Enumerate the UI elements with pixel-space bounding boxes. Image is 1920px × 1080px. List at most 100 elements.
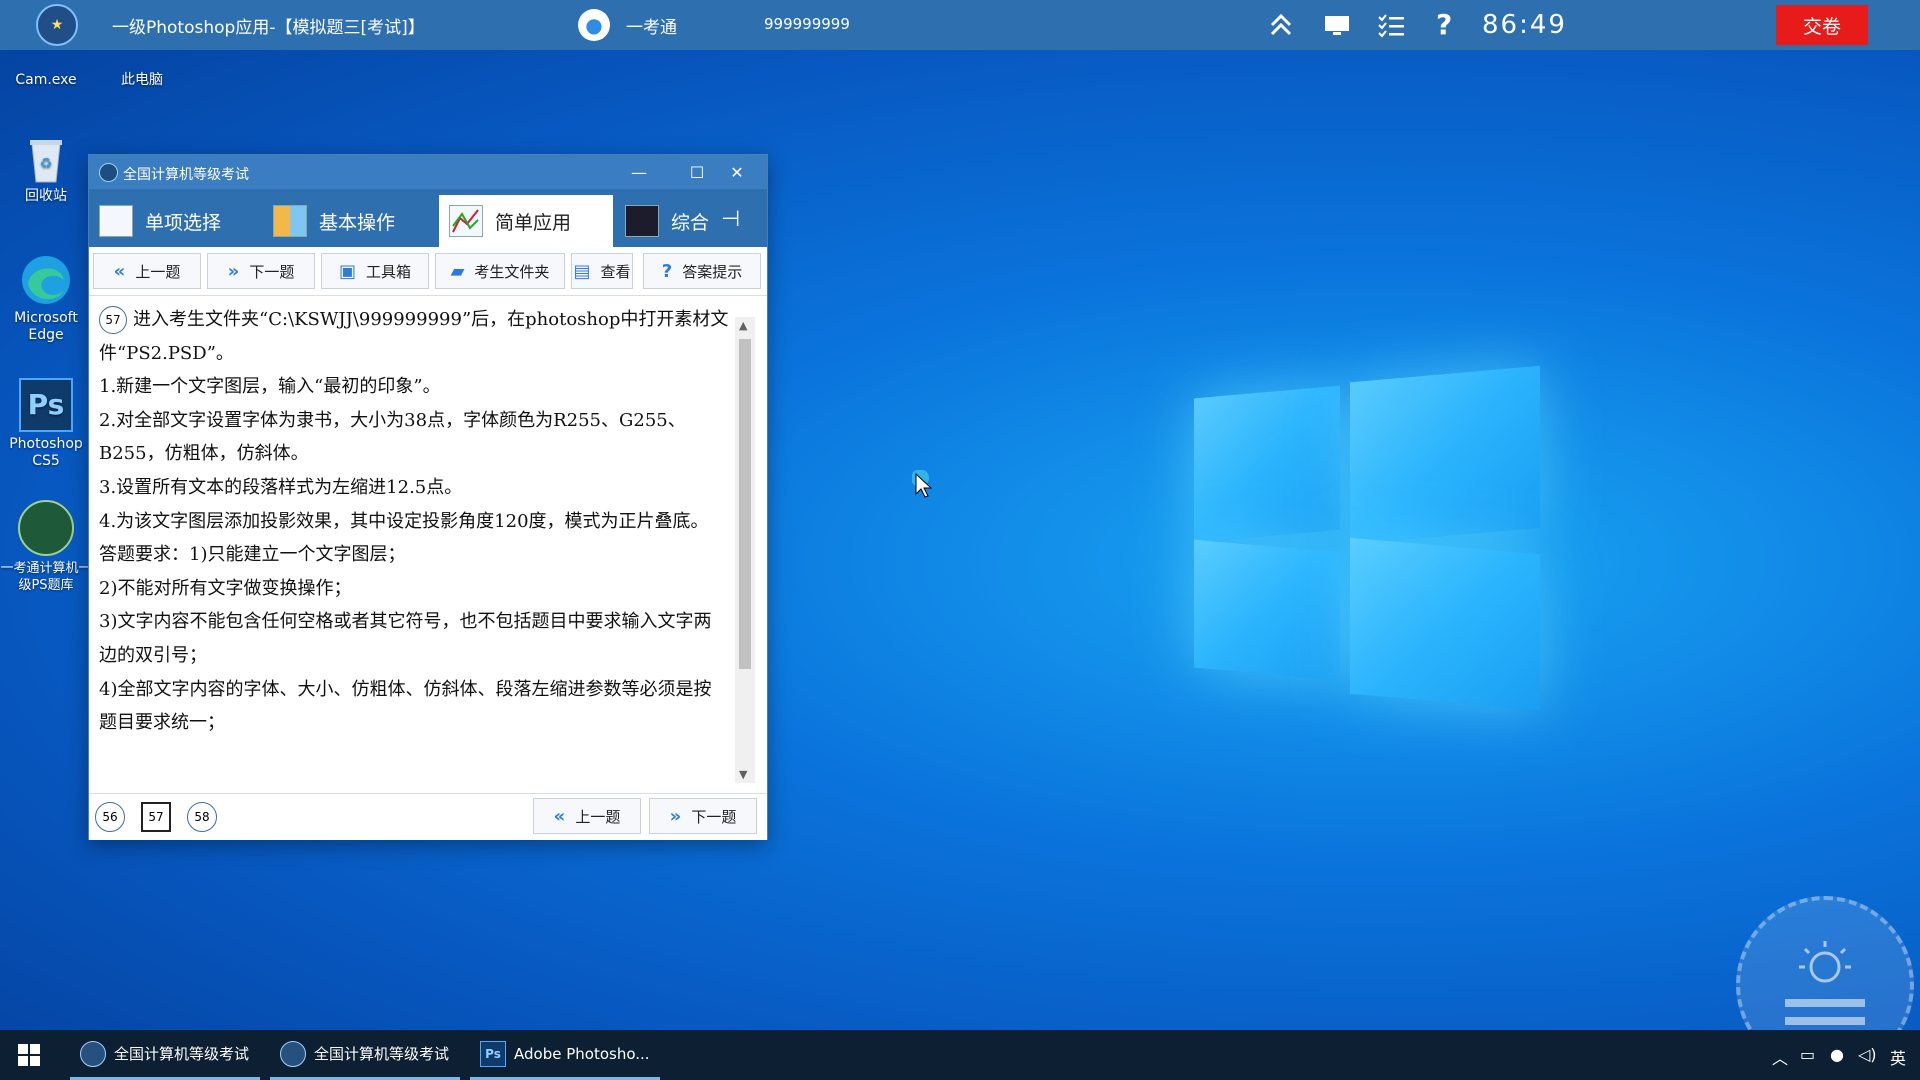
button-label: 下一题 <box>249 262 295 281</box>
tab-comprehensive[interactable]: 综合 <box>615 195 715 247</box>
help-icon[interactable]: ? <box>1436 10 1452 40</box>
question-toolbar: « 上一题 » 下一题 ▣ 工具箱 ▰ 考生文件夹 ▤ 查看 ? 答案提示 <box>89 247 767 296</box>
taskbar-item-label: Adobe Photosho... <box>514 1044 650 1063</box>
window-title: 全国计算机等级考试 <box>123 167 249 183</box>
view-icon: ▤ <box>573 260 591 282</box>
question-content: 57 进入考生文件夹“C:\KSWJJ\999999999”后，在photosho… <box>89 295 729 771</box>
button-label: 上一题 <box>575 807 621 826</box>
microphone-icon[interactable]: ● <box>1830 1045 1844 1064</box>
student-folder-button[interactable]: ▰ 考生文件夹 <box>435 253 565 289</box>
minimize-icon[interactable]: — <box>619 159 659 185</box>
taskbar-item-exam-1[interactable]: 全国计算机等级考试 <box>70 1030 260 1080</box>
question-line: 2)不能对所有文字做变换操作； <box>99 577 352 599</box>
toolbox-icon: ▣ <box>338 260 356 282</box>
windows-logo-pane-tl <box>1194 385 1340 543</box>
countdown-timer: 86:49 <box>1482 10 1567 40</box>
close-icon[interactable]: ✕ <box>717 159 757 185</box>
desktop-icon-cam[interactable]: Cam.exe <box>0 50 92 89</box>
desktop-icon-photoshop[interactable]: Ps Photoshop CS5 <box>0 378 92 470</box>
next-question-button[interactable]: » 下一题 <box>207 253 315 289</box>
desktop-icon-recycle-bin[interactable]: ♻ 回收站 <box>0 134 92 205</box>
answer-hint-button[interactable]: ? 答案提示 <box>643 253 761 289</box>
user-name: 一考通 <box>626 18 677 38</box>
app-icon <box>80 1040 106 1067</box>
windows-logo-pane-tr <box>1350 365 1540 545</box>
tab-label: 综合 <box>671 211 710 234</box>
user-avatar-icon: ● <box>578 9 610 41</box>
button-label: 查看 <box>600 262 631 281</box>
tray-chevron-up-icon[interactable]: ︿ <box>1772 1045 1788 1069</box>
desktop-icon-label: Photoshop CS5 <box>9 436 83 469</box>
basic-operation-icon <box>273 205 307 237</box>
input-method-indicator[interactable]: 英 <box>1890 1045 1906 1069</box>
button-label: 下一题 <box>691 807 737 826</box>
taskbar-item-label: 全国计算机等级考试 <box>114 1045 250 1063</box>
collapse-up-icon[interactable] <box>1266 10 1296 46</box>
question-line: 57 进入考生文件夹“C:\KSWJJ\999999999”后，在photosho… <box>99 303 729 370</box>
scroll-down-icon[interactable]: ▼ <box>739 768 747 781</box>
yikaotong-app-icon <box>18 500 74 556</box>
question-navigation: 56 57 58 « 上一题 » 下一题 <box>89 793 767 840</box>
page-number-56[interactable]: 56 <box>95 802 125 832</box>
network-icon[interactable]: ▭ <box>1800 1045 1815 1064</box>
scroll-up-icon[interactable]: ▲ <box>739 319 747 332</box>
button-label: 上一题 <box>135 262 181 281</box>
tab-label: 简单应用 <box>495 211 572 234</box>
single-choice-icon <box>99 205 133 237</box>
page-number-58[interactable]: 58 <box>187 802 217 832</box>
prev-question-button[interactable]: « 上一题 <box>93 253 201 289</box>
volume-icon[interactable]: ◁) <box>1858 1045 1877 1064</box>
yikaotong-logo-icon: ★ <box>36 4 78 46</box>
screen-icon[interactable] <box>1322 10 1352 46</box>
question-line: 2.对全部文字设置字体为隶书，大小为38点，字体颜色为R255、G255、B25… <box>99 409 686 465</box>
list-icon[interactable] <box>1376 10 1406 46</box>
desktop-icon-label: 此电脑 <box>121 72 163 88</box>
question-text: 进入考生文件夹“C:\KSWJJ\999999999”后，在photoshop中… <box>99 309 729 364</box>
bottom-next-question-button[interactable]: » 下一题 <box>649 798 757 834</box>
tab-label: 基本操作 <box>319 211 396 234</box>
question-scrollbar[interactable]: ▲ ▼ <box>735 317 755 783</box>
exam-top-bar: ★ 一级Photoshop应用-【模拟题三[考试]】 ● 一考通 9999999… <box>0 0 1920 50</box>
desktop-icon-ps-question-bank[interactable]: 一考通计算机一级PS题库 <box>0 500 92 594</box>
tab-simple-application[interactable]: 简单应用 <box>439 195 613 247</box>
double-chevron-right-icon: » <box>227 260 240 282</box>
desktop-icon-label: Cam.exe <box>15 72 77 88</box>
taskbar-item-photoshop[interactable]: Ps Adobe Photosho... <box>470 1030 660 1080</box>
view-button[interactable]: ▤ 查看 <box>571 253 633 289</box>
chart-icon <box>625 205 659 237</box>
desktop-icon-label: 一考通计算机一级PS题库 <box>0 561 92 593</box>
submit-exam-button[interactable]: 交卷 <box>1776 5 1868 45</box>
maximize-icon[interactable]: ☐ <box>677 159 717 185</box>
tab-basic-operation[interactable]: 基本操作 <box>263 195 433 247</box>
taskbar-item-exam-2[interactable]: 全国计算机等级考试 <box>270 1030 460 1080</box>
svg-text:♻: ♻ <box>40 156 53 172</box>
folder-icon: ▰ <box>450 260 465 282</box>
desktop-icon-this-pc[interactable]: 此电脑 <box>96 50 188 89</box>
user-id: 999999999 <box>764 15 850 33</box>
windows-logo-pane-bl <box>1194 539 1340 681</box>
window-titlebar[interactable]: 全国计算机等级考试 — ☐ ✕ <box>89 155 767 189</box>
question-line: 1.新建一个文字图层，输入“最初的印象”。 <box>99 376 441 398</box>
windows-start-icon[interactable] <box>18 1044 40 1070</box>
app-icon <box>99 163 118 182</box>
question-type-tabs: 单项选择 基本操作 简单应用 综合 ⊣ <box>89 189 767 247</box>
page-number-57[interactable]: 57 <box>141 802 171 832</box>
line-chart-icon <box>449 205 483 237</box>
bottom-prev-question-button[interactable]: « 上一题 <box>533 798 641 834</box>
question-line: 3)文字内容不能包含任何空格或者其它符号，也不包括题目中要求输入文字两边的双引号… <box>99 611 712 666</box>
question-line: 4)全部文字内容的字体、大小、仿粗体、仿斜体、段落左缩进参数等必须是按题目要求统… <box>99 678 712 734</box>
toolbox-button[interactable]: ▣ 工具箱 <box>321 253 429 289</box>
tab-single-choice[interactable]: 单项选择 <box>89 195 259 247</box>
scrollbar-thumb[interactable] <box>739 339 751 669</box>
button-label: 考生文件夹 <box>474 262 550 281</box>
desktop-icon-label: Microsoft Edge <box>14 310 78 343</box>
question-line: 答题要求：1)只能建立一个文字图层； <box>99 544 406 566</box>
desktop-icon-label: 回收站 <box>25 188 67 204</box>
double-chevron-right-icon: » <box>669 805 682 827</box>
pin-icon[interactable]: ⊣ <box>721 207 740 232</box>
app-icon <box>280 1040 306 1067</box>
desktop-icon-edge[interactable]: Microsoft Edge <box>0 254 92 344</box>
edge-browser-icon <box>20 254 72 306</box>
photoshop-icon: Ps <box>19 378 73 432</box>
recycle-bin-icon: ♻ <box>24 134 68 184</box>
